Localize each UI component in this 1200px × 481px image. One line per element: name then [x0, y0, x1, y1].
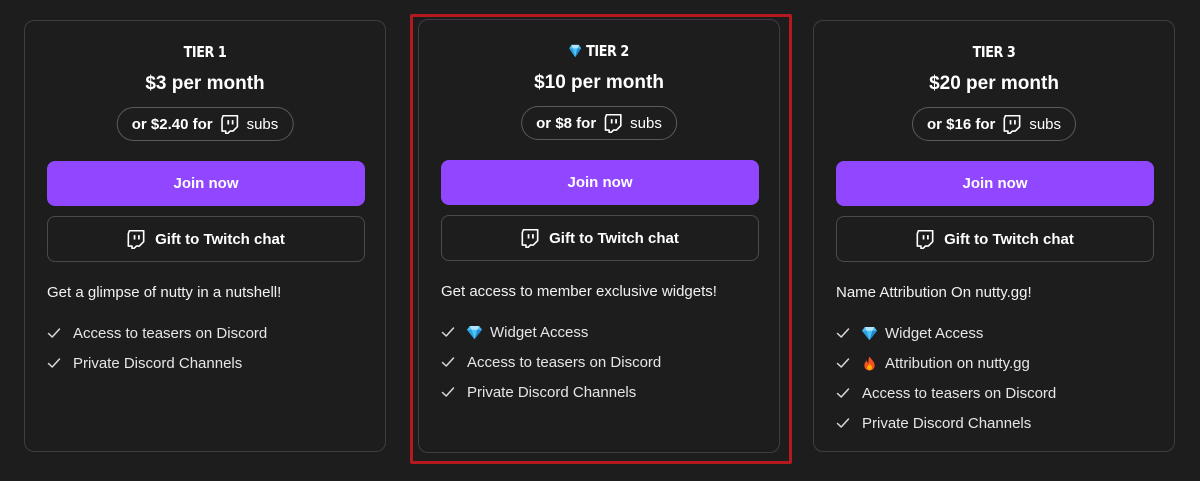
tier-description: Name Attribution On nutty.gg! [836, 284, 1032, 301]
join-now-button[interactable]: Join now [47, 161, 365, 206]
gift-to-twitch-chat-button[interactable]: Gift to Twitch chat [836, 216, 1154, 262]
join-now-label: Join now [962, 175, 1028, 192]
twitch-icon [1003, 115, 1021, 134]
fire-icon [862, 356, 877, 371]
feature-label: Private Discord Channels [862, 414, 1032, 432]
subs-price-label: or $16 for [926, 115, 996, 133]
twitch-icon [221, 115, 239, 134]
check-icon [47, 326, 61, 340]
feature-item: Private Discord Channels [836, 408, 1056, 438]
tier-title: TIER 3 [841, 43, 1147, 61]
check-icon [836, 386, 850, 400]
tier-description: Get a glimpse of nutty in a nutshell! [47, 284, 282, 301]
diamond-icon [862, 326, 877, 341]
feature-item: Private Discord Channels [47, 348, 267, 378]
join-now-button[interactable]: Join now [836, 161, 1154, 206]
tier-title: TIER 1 [52, 43, 358, 61]
tier-card-1: TIER 1 $3 per month or $2.40 for subs Jo… [24, 20, 386, 452]
feature-label: Access to teasers on Discord [862, 384, 1057, 402]
twitch-icon [127, 230, 145, 249]
tier-name: TIER 3 [972, 43, 1016, 61]
tier-card-3: TIER 3 $20 per month or $16 for subs Joi… [813, 20, 1175, 452]
subs-label: subs [246, 115, 279, 133]
feature-label: Attribution on nutty.gg [885, 354, 1030, 372]
check-icon [836, 416, 850, 430]
twitch-subs-price-pill: or $2.40 for subs [116, 107, 294, 141]
tier-name: TIER 1 [183, 43, 227, 61]
selection-highlight [410, 14, 792, 464]
check-icon [47, 356, 61, 370]
check-icon [836, 356, 850, 370]
feature-item: Access to teasers on Discord [47, 318, 267, 348]
feature-list: Access to teasers on Discord Private Dis… [47, 318, 267, 378]
feature-label: Private Discord Channels [73, 354, 243, 372]
gift-label: Gift to Twitch chat [944, 230, 1074, 248]
check-icon [836, 326, 850, 340]
tier-price: $20 per month [929, 73, 1059, 94]
feature-label: Widget Access [885, 324, 984, 342]
feature-item: Widget Access [836, 318, 1056, 348]
gift-label: Gift to Twitch chat [155, 230, 285, 248]
join-now-label: Join now [173, 175, 239, 192]
tier-price: $3 per month [145, 73, 265, 94]
feature-item: Attribution on nutty.gg [836, 348, 1056, 378]
twitch-subs-price-pill: or $16 for subs [911, 107, 1077, 141]
twitch-icon [916, 230, 934, 249]
feature-list: Widget Access Attribution on nutty.gg Ac… [836, 318, 1056, 438]
gift-to-twitch-chat-button[interactable]: Gift to Twitch chat [47, 216, 365, 262]
feature-label: Access to teasers on Discord [73, 324, 268, 342]
subs-label: subs [1029, 115, 1062, 133]
subs-price-label: or $2.40 for [131, 115, 213, 133]
feature-item: Access to teasers on Discord [836, 378, 1056, 408]
